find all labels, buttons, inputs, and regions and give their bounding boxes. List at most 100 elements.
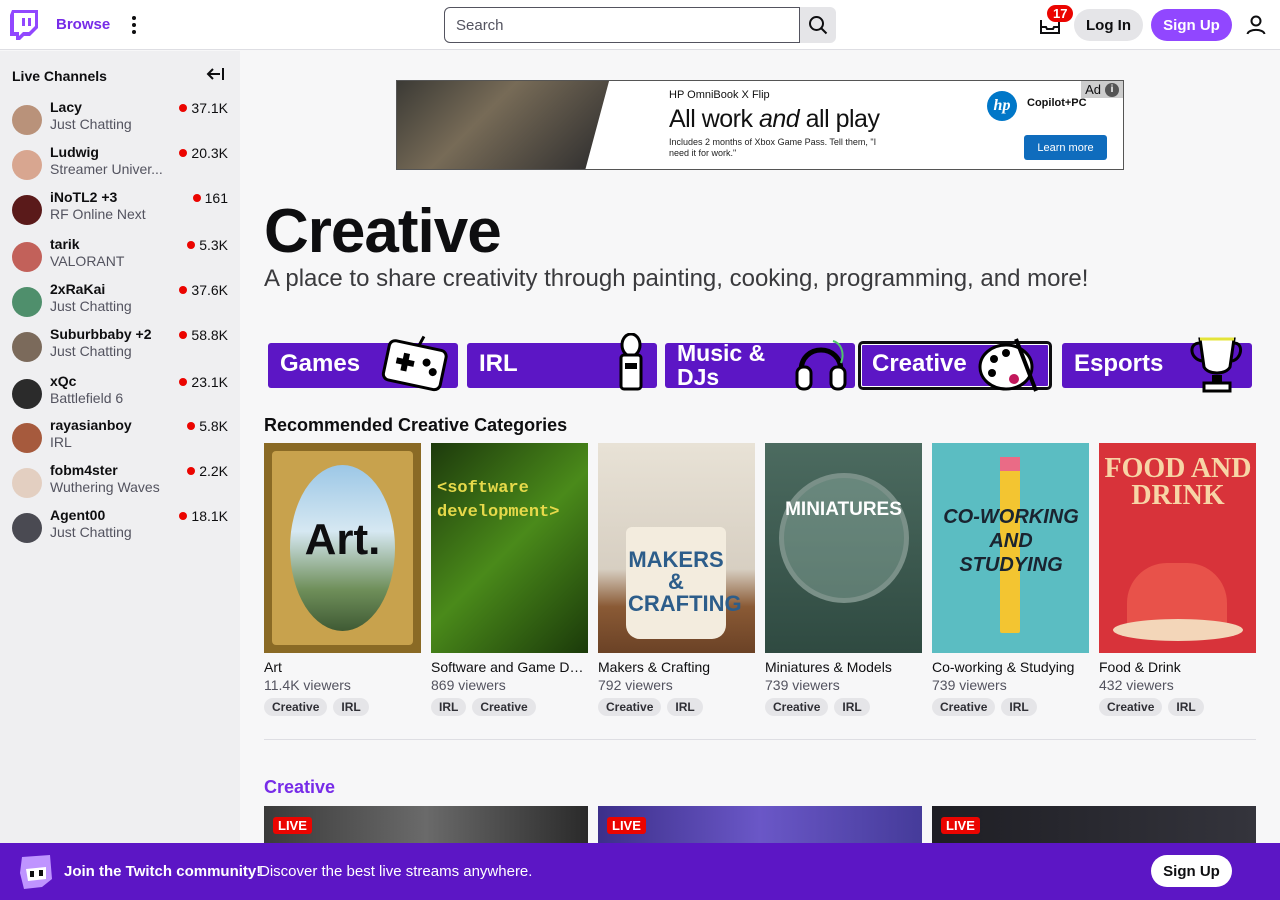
ad-label[interactable]: Ad i (1081, 81, 1123, 98)
category-box-art[interactable]: MINIATURES (765, 443, 922, 653)
stream-thumbnail[interactable]: LIVE (598, 806, 922, 846)
category-creative-button[interactable]: Creative (858, 338, 1052, 392)
channel-game: Just Chatting (50, 343, 132, 359)
viewer-count: 37.6K (179, 282, 228, 298)
category-name[interactable]: Software and Game De... (431, 659, 588, 675)
channel-name[interactable]: tarik (50, 236, 80, 252)
avatar[interactable] (12, 513, 42, 543)
tag[interactable]: Creative (1099, 698, 1163, 716)
channel-name[interactable]: iNoTL2 +3 (50, 189, 117, 205)
top-nav: Browse Search 17 Log In Sign Up (0, 0, 1280, 50)
channel-row[interactable]: Agent00 Just Chatting 18.1K (0, 507, 240, 551)
more-menu-icon[interactable] (124, 14, 144, 36)
category-box-art[interactable]: CO-WORKING AND STUDYING (932, 443, 1089, 653)
tag[interactable]: Creative (598, 698, 662, 716)
channel-name[interactable]: 2xRaKai (50, 281, 105, 297)
category-esports-button[interactable]: Esports (1062, 337, 1252, 393)
tag[interactable]: Creative (472, 698, 536, 716)
tag[interactable]: IRL (431, 698, 467, 716)
category-box-art[interactable]: FOOD AND DRINK (1099, 443, 1256, 653)
category-card[interactable]: Art. Art 11.4K viewers Creative IRL (264, 443, 421, 716)
collapse-sidebar-icon[interactable] (205, 66, 225, 82)
category-name[interactable]: Art (264, 659, 421, 675)
avatar[interactable] (12, 379, 42, 409)
avatar[interactable] (12, 332, 42, 362)
channel-game: Just Chatting (50, 298, 132, 314)
channel-row[interactable]: 2xRaKai Just Chatting 37.6K (0, 281, 240, 325)
live-dot-icon (179, 512, 188, 520)
search-button[interactable] (800, 7, 836, 43)
channel-row[interactable]: Suburbbaby +2 Just Chatting 58.8K (0, 326, 240, 370)
viewer-count: 432 viewers (1099, 677, 1174, 693)
viewer-count: 58.8K (179, 327, 228, 343)
category-card[interactable]: FOOD AND DRINK Food & Drink 432 viewers … (1099, 443, 1256, 716)
page-title: Creative (264, 197, 502, 266)
channel-row[interactable]: tarik VALORANT 5.3K (0, 236, 240, 280)
live-dot-icon (192, 194, 201, 202)
viewer-count: 37.1K (179, 100, 228, 116)
channel-name[interactable]: Lacy (50, 99, 82, 115)
channel-name[interactable]: xQc (50, 373, 76, 389)
channel-name[interactable]: fobm4ster (50, 462, 118, 478)
channel-row[interactable]: fobm4ster Wuthering Waves 2.2K (0, 462, 240, 506)
category-card[interactable]: <software development> Software and Game… (431, 443, 588, 716)
category-card[interactable]: CO-WORKING AND STUDYING Co-working & Stu… (932, 443, 1089, 716)
channel-name[interactable]: Agent00 (50, 507, 105, 523)
avatar[interactable] (12, 195, 42, 225)
avatar[interactable] (12, 423, 42, 453)
tag[interactable]: Creative (264, 698, 328, 716)
avatar[interactable] (12, 105, 42, 135)
category-name[interactable]: Co-working & Studying (932, 659, 1089, 675)
login-button[interactable]: Log In (1074, 9, 1143, 41)
tag[interactable]: IRL (1168, 698, 1204, 716)
tag[interactable]: IRL (1001, 698, 1037, 716)
channel-game: Battlefield 6 (50, 390, 124, 406)
avatar[interactable] (12, 150, 42, 180)
channel-row[interactable]: iNoTL2 +3 RF Online Next 161 (0, 189, 240, 233)
channel-row[interactable]: Ludwig Streamer Univer... 20.3K (0, 144, 240, 188)
stream-thumbnail[interactable]: LIVE (264, 806, 588, 846)
viewer-count: 739 viewers (765, 677, 840, 693)
section-title-link[interactable]: Creative (264, 777, 335, 798)
category-card[interactable]: MINIATURES Miniatures & Models 739 viewe… (765, 443, 922, 716)
tag[interactable]: IRL (834, 698, 870, 716)
tag[interactable]: Creative (765, 698, 829, 716)
tag[interactable]: IRL (333, 698, 369, 716)
tag[interactable]: Creative (932, 698, 996, 716)
signup-button[interactable]: Sign Up (1151, 9, 1232, 41)
avatar[interactable] (12, 468, 42, 498)
channel-name[interactable]: Ludwig (50, 144, 99, 160)
tag[interactable]: IRL (667, 698, 703, 716)
ad-learn-more-button[interactable]: Learn more (1024, 135, 1107, 160)
category-card[interactable]: MAKERS & CRAFTING Makers & Crafting 792 … (598, 443, 755, 716)
category-name[interactable]: Food & Drink (1099, 659, 1256, 675)
channel-name[interactable]: rayasianboy (50, 417, 132, 433)
trophy-icon (1190, 337, 1242, 393)
channel-row[interactable]: xQc Battlefield 6 23.1K (0, 373, 240, 417)
category-games-button[interactable]: Games (268, 335, 458, 392)
avatar[interactable] (12, 242, 42, 272)
browse-link[interactable]: Browse (56, 16, 110, 33)
ad-headline: All work and all play (669, 105, 880, 133)
category-box-art[interactable]: Art. (264, 443, 421, 653)
category-music-button[interactable]: Music & DJs (665, 340, 855, 391)
category-box-art[interactable]: <software development> (431, 443, 588, 653)
banner-signup-button[interactable]: Sign Up (1151, 855, 1232, 887)
live-dot-icon (179, 104, 188, 112)
avatar[interactable] (12, 287, 42, 317)
user-icon[interactable] (1244, 13, 1268, 37)
search-input[interactable]: Search (444, 7, 800, 43)
channel-row[interactable]: Lacy Just Chatting 37.1K (0, 99, 240, 143)
twitch-logo-icon[interactable] (10, 10, 38, 40)
live-dot-icon (179, 378, 188, 386)
category-irl-button[interactable]: IRL (467, 333, 657, 391)
category-name[interactable]: Makers & Crafting (598, 659, 755, 675)
ad-subtitle: HP OmniBook X Flip (669, 89, 770, 101)
channel-row[interactable]: rayasianboy IRL 5.8K (0, 417, 240, 461)
ad-banner[interactable]: HP OmniBook X Flip All work and all play… (396, 80, 1124, 170)
channel-name[interactable]: Suburbbaby +2 (50, 326, 152, 342)
glitch-mascot-icon (20, 855, 52, 889)
category-name[interactable]: Miniatures & Models (765, 659, 922, 675)
category-box-art[interactable]: MAKERS & CRAFTING (598, 443, 755, 653)
stream-thumbnail[interactable]: LIVE (932, 806, 1256, 846)
